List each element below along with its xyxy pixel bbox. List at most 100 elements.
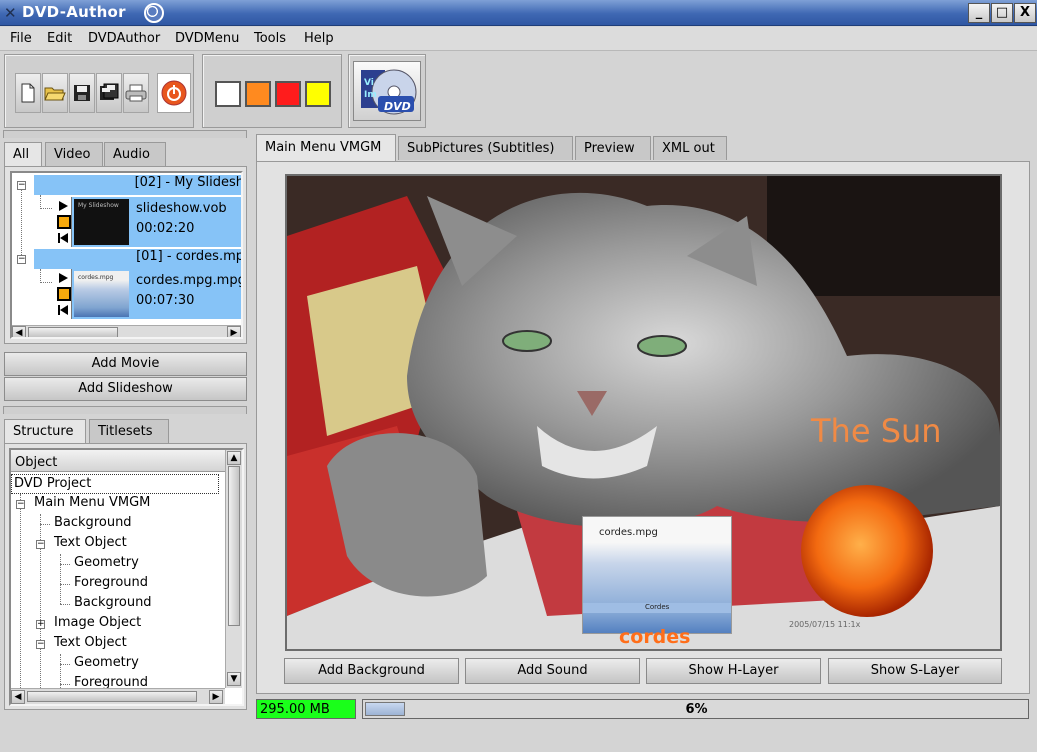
logo-tag-vi: Vi [364, 78, 374, 88]
add-movie-button[interactable]: Add Movie [4, 352, 247, 376]
tab-main-menu-vmgm[interactable]: Main Menu VMGM [256, 134, 396, 162]
menu-edit[interactable]: Edit [47, 31, 72, 46]
collapse-icon[interactable]: − [17, 255, 26, 264]
window-title: DVD-Author [22, 3, 126, 21]
scroll-left-icon[interactable]: ◀ [11, 690, 25, 704]
tree-header[interactable]: Object [11, 450, 225, 472]
add-background-button[interactable]: Add Background [284, 658, 459, 684]
source-duration: 00:02:20 [136, 221, 195, 236]
tab-structure[interactable]: Structure [4, 419, 86, 443]
menu-dvdmenu[interactable]: DVDMenu [175, 31, 239, 46]
movie-button-thumbnail[interactable]: cordes.mpg Cordes [582, 516, 732, 634]
source-item[interactable]: cordes.mpg cordes.mpg.mpg 00:07:30 [56, 269, 241, 319]
chapter-markers-icon [56, 269, 72, 319]
color-swatch-orange[interactable] [245, 81, 271, 107]
collapse-icon[interactable]: − [17, 181, 26, 190]
tab-titlesets[interactable]: Titlesets [89, 419, 169, 443]
toolbar: Vi Im DVD [0, 52, 1037, 130]
chapter-markers-icon [56, 197, 72, 247]
collapse-icon[interactable]: − [36, 540, 45, 549]
source-panel: − [02] - My Slidesh My Slideshow slidesh… [4, 166, 247, 344]
logo-tag-im: Im [364, 90, 377, 100]
tab-audio[interactable]: Audio [104, 142, 166, 166]
expand-icon[interactable]: + [36, 620, 45, 629]
scroll-left-icon[interactable]: ◀ [12, 326, 26, 337]
color-swatch-yellow[interactable] [305, 81, 331, 107]
scroll-right-icon[interactable]: ▶ [227, 326, 241, 337]
title-bar: ✕ DVD-Author _ □ X [0, 0, 1037, 26]
scroll-thumb[interactable] [228, 466, 240, 626]
menu-tools[interactable]: Tools [254, 31, 286, 46]
tree-item-foreground[interactable]: Foreground [71, 575, 148, 595]
tree-item-image-object[interactable]: Image Object [51, 615, 141, 635]
source-duration: 00:07:30 [136, 293, 195, 308]
save-as-icon[interactable] [96, 73, 122, 113]
tree-item-main-menu[interactable]: Main Menu VMGM [31, 495, 150, 515]
menu-file[interactable]: File [10, 31, 32, 46]
photo-timestamp: 2005/07/15 11:1x [789, 620, 861, 629]
tree-item-background[interactable]: Background [51, 515, 132, 535]
new-file-icon[interactable] [15, 73, 41, 113]
source-hscrollbar[interactable]: ◀ ▶ [12, 325, 241, 337]
scroll-down-icon[interactable]: ▼ [227, 672, 241, 686]
maximize-button[interactable]: □ [991, 3, 1013, 23]
tree-item-text-object[interactable]: Text Object [51, 535, 127, 555]
quit-icon[interactable] [157, 73, 191, 113]
file-toolbar [4, 54, 194, 128]
structure-vscrollbar[interactable]: ▲ ▼ [225, 450, 242, 688]
thumb-caption: cordes.mpg [78, 274, 114, 281]
panel-handle[interactable] [3, 406, 247, 414]
movie-label[interactable]: cordes [619, 626, 690, 648]
color-swatch-white[interactable] [215, 81, 241, 107]
scroll-up-icon[interactable]: ▲ [227, 451, 241, 465]
show-s-layer-button[interactable]: Show S-Layer [828, 658, 1002, 684]
show-h-layer-button[interactable]: Show H-Layer [646, 658, 821, 684]
add-slideshow-button[interactable]: Add Slideshow [4, 377, 247, 401]
source-title-row[interactable]: [01] - cordes.mp [34, 249, 241, 269]
thumb-caption: My Slideshow [78, 202, 119, 209]
progress-label: 6% [685, 702, 708, 717]
dvd-toolbar: Vi Im DVD [348, 54, 426, 128]
tab-all[interactable]: All [4, 142, 42, 166]
open-folder-icon[interactable] [42, 73, 68, 113]
scroll-right-icon[interactable]: ▶ [209, 690, 223, 704]
menu-canvas[interactable]: cordes.mpg Cordes cordes The Sun 2005/07… [285, 174, 1002, 651]
tree-item-dvd-project[interactable]: DVD Project [11, 474, 219, 494]
collapse-icon[interactable]: − [16, 500, 25, 509]
source-item[interactable]: My Slideshow slideshow.vob 00:02:20 [56, 197, 241, 247]
color-toolbar [202, 54, 342, 128]
tab-xml-out[interactable]: XML out [653, 136, 727, 160]
panel-handle[interactable] [3, 130, 247, 138]
tab-preview[interactable]: Preview [575, 136, 651, 160]
tree-item-text-object[interactable]: Text Object [51, 635, 127, 655]
sun-text-object[interactable]: The Sun [811, 412, 942, 450]
scroll-thumb[interactable] [27, 691, 197, 702]
tree-item-background[interactable]: Background [71, 595, 152, 615]
source-title-row[interactable]: [02] - My Slidesh [34, 175, 241, 195]
structure-tree: Object DVD Project − Main Menu VMGM Back… [9, 448, 244, 706]
tree-item-geometry[interactable]: Geometry [71, 555, 139, 575]
tab-subpictures[interactable]: SubPictures (Subtitles) [398, 136, 573, 160]
create-dvd-button[interactable]: Vi Im DVD [353, 61, 421, 121]
close-button[interactable]: X [1014, 3, 1036, 23]
add-sound-button[interactable]: Add Sound [465, 658, 640, 684]
save-icon[interactable] [69, 73, 95, 113]
collapse-icon[interactable]: − [36, 640, 45, 649]
color-swatch-red[interactable] [275, 81, 301, 107]
movie-button-title: cordes.mpg [599, 527, 658, 538]
scroll-thumb[interactable] [28, 327, 118, 337]
structure-hscrollbar[interactable]: ◀ ▶ [11, 688, 225, 704]
menu-dvdauthor[interactable]: DVDAuthor [88, 31, 160, 46]
print-icon[interactable] [123, 73, 149, 113]
source-tree: − [02] - My Slidesh My Slideshow slidesh… [10, 171, 243, 339]
progress-bar: 6% [362, 699, 1029, 719]
tab-video[interactable]: Video [45, 142, 103, 166]
video-thumbnail: My Slideshow [74, 199, 129, 245]
minimize-button[interactable]: _ [968, 3, 990, 23]
structure-panel: Object DVD Project − Main Menu VMGM Back… [4, 443, 247, 710]
video-thumbnail: cordes.mpg [74, 271, 129, 317]
tree-item-geometry[interactable]: Geometry [71, 655, 139, 675]
source-filename: slideshow.vob [136, 201, 227, 216]
menu-help[interactable]: Help [304, 31, 334, 46]
system-menu-icon[interactable]: ✕ [4, 4, 17, 22]
